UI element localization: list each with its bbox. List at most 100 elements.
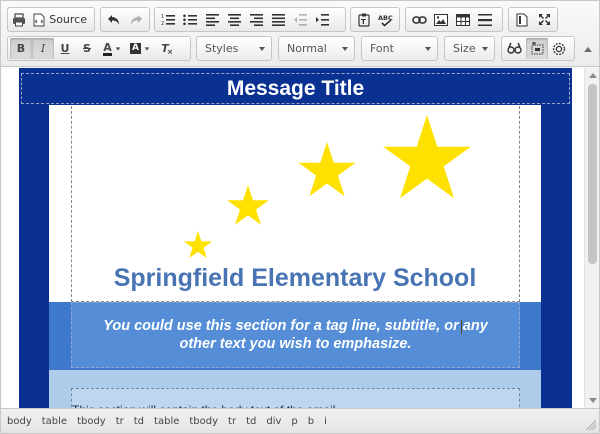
background-color-button[interactable]: A	[126, 38, 154, 59]
find-replace-button[interactable]	[504, 38, 526, 59]
justify-icon	[271, 13, 285, 26]
body-text[interactable]: This section will contain the body text …	[71, 388, 520, 408]
outdent-icon	[293, 13, 307, 26]
format-dropdown-value: Normal	[287, 42, 327, 55]
text-cursor	[461, 320, 462, 334]
path-item-i[interactable]: i	[324, 416, 327, 427]
bold-glyph: B	[16, 42, 26, 55]
path-item-table[interactable]: table	[154, 416, 179, 427]
path-item-tbody[interactable]: tbody	[189, 416, 218, 427]
scroll-down-icon[interactable]	[589, 398, 597, 403]
chevron-down-icon	[259, 46, 265, 51]
path-item-tr[interactable]: tr	[116, 416, 124, 427]
toolbar-group-insert	[405, 7, 503, 32]
path-item-tbody[interactable]: tbody	[77, 416, 106, 427]
scrollbar-thumb[interactable]	[588, 84, 597, 264]
toolbar-group-basicstyles: B I U S A A T ×	[7, 36, 191, 61]
align-left-button[interactable]	[201, 9, 223, 30]
chevron-down-icon	[115, 46, 121, 51]
path-item-tr[interactable]: tr	[228, 416, 236, 427]
tagline-text[interactable]: You could use this section for a tag lin…	[71, 302, 520, 368]
indent-icon	[315, 13, 329, 26]
editor-content-area[interactable]: Message Title Springfield Elementary Sch…	[2, 68, 584, 408]
maximize-button[interactable]	[533, 9, 555, 30]
styles-dropdown-value: Styles	[205, 42, 239, 55]
find-replace-icon	[507, 42, 522, 54]
table-icon	[456, 13, 470, 26]
redo-button[interactable]	[125, 9, 147, 30]
settings-icon	[552, 42, 566, 55]
school-name-heading[interactable]: Springfield Elementary School	[49, 264, 541, 293]
rich-text-editor: Source 12 T ABC B I U S A A T × Styles N…	[0, 0, 600, 434]
collapse-toolbar-button[interactable]	[583, 45, 593, 55]
justify-button[interactable]	[267, 9, 289, 30]
outdent-button[interactable]	[289, 9, 311, 30]
format-dropdown[interactable]: Normal	[278, 36, 355, 61]
chevron-down-icon	[482, 46, 488, 51]
path-item-td[interactable]: td	[246, 416, 256, 427]
svg-text:1: 1	[161, 14, 164, 20]
align-right-button[interactable]	[245, 9, 267, 30]
numbered-list-button[interactable]: 12	[157, 9, 179, 30]
font-dropdown[interactable]: Font	[361, 36, 438, 61]
link-button[interactable]	[408, 9, 430, 30]
bulleted-list-icon	[183, 14, 197, 26]
horizontal-rule-icon	[478, 13, 492, 26]
show-blocks-icon	[531, 42, 543, 55]
italic-glyph: I	[40, 42, 46, 55]
toolbar-group-tools	[501, 36, 575, 61]
source-label: Source	[49, 13, 87, 26]
horizontal-rule-button[interactable]	[474, 9, 496, 30]
strikethrough-button[interactable]: S	[76, 38, 98, 59]
star-icon	[298, 142, 356, 197]
text-color-button[interactable]: A	[98, 38, 126, 59]
image-button[interactable]	[430, 9, 452, 30]
redo-icon	[131, 14, 142, 24]
align-center-button[interactable]	[223, 9, 245, 30]
undo-button[interactable]	[103, 9, 125, 30]
print-button[interactable]	[10, 9, 28, 30]
italic-button[interactable]: I	[32, 38, 54, 59]
path-item-td[interactable]: td	[134, 416, 144, 427]
remove-format-button[interactable]: T ×	[154, 38, 176, 59]
resize-grip-icon[interactable]	[586, 420, 596, 430]
vertical-scrollbar[interactable]	[584, 68, 599, 408]
size-dropdown-value: Size	[453, 42, 476, 55]
source-button[interactable]: Source	[28, 9, 92, 30]
path-item-body[interactable]: body	[7, 416, 32, 427]
settings-button[interactable]	[548, 38, 570, 59]
spellcheck-button[interactable]: ABC	[375, 9, 397, 30]
path-item-table[interactable]: table	[42, 416, 67, 427]
source-icon	[33, 13, 45, 26]
bulleted-list-button[interactable]	[179, 9, 201, 30]
table-button[interactable]	[452, 9, 474, 30]
indent-button[interactable]	[311, 9, 333, 30]
styles-dropdown[interactable]: Styles	[196, 36, 272, 61]
star-icon	[383, 115, 471, 199]
toolbar-group-document: Source	[7, 7, 95, 32]
path-item-div[interactable]: div	[266, 416, 281, 427]
remove-format-x-icon: ×	[167, 48, 173, 56]
toolbar-group-clipboard: T ABC	[350, 7, 400, 32]
print-icon	[13, 12, 26, 26]
toolbar-group-view	[508, 7, 558, 32]
underline-button[interactable]: U	[54, 38, 76, 59]
size-dropdown[interactable]: Size	[444, 36, 495, 61]
svg-text:T: T	[361, 18, 366, 26]
paste-text-button[interactable]: T	[353, 9, 375, 30]
font-dropdown-value: Font	[370, 42, 394, 55]
scroll-up-icon[interactable]	[589, 73, 597, 78]
image-icon	[434, 13, 448, 26]
path-item-b[interactable]: b	[308, 416, 314, 427]
chevron-down-icon	[342, 46, 348, 51]
preview-button[interactable]	[511, 9, 533, 30]
star-icon	[227, 185, 269, 225]
star-icon	[183, 231, 213, 259]
spellcheck-icon: ABC	[378, 14, 393, 27]
paste-text-icon: T	[357, 13, 370, 27]
elements-path-bar: body table tbody tr td table tbody tr td div p b i	[1, 408, 599, 433]
path-item-p[interactable]: p	[291, 416, 297, 427]
show-blocks-button[interactable]	[526, 38, 548, 59]
bold-button[interactable]: B	[10, 38, 32, 59]
chevron-up-icon	[584, 47, 592, 52]
